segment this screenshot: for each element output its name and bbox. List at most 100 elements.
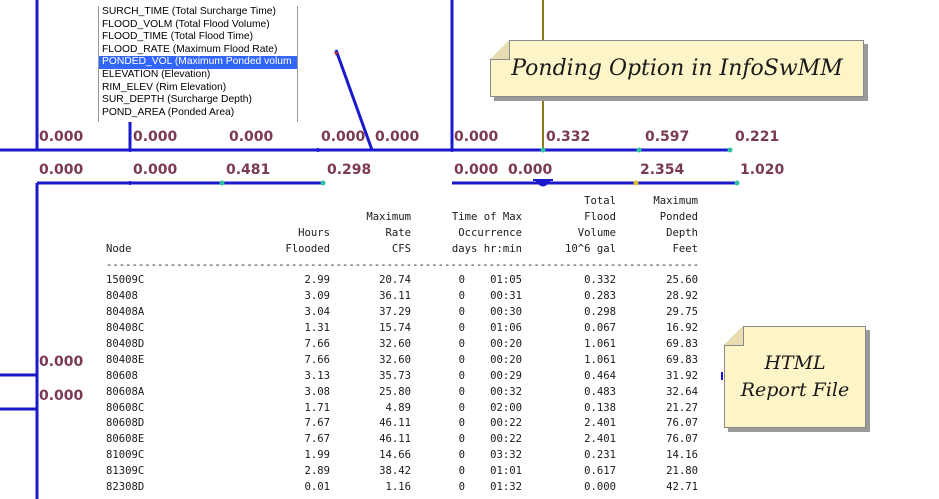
attribute-listbox[interactable]: SURCH_TIME (Total Surcharge Time) FLOOD_…: [98, 6, 298, 122]
table-cell-node: 80608E: [106, 433, 145, 446]
table-cell-vol: 0.000: [584, 481, 616, 494]
table-cell-days: 0: [458, 290, 465, 303]
table-cell-rate: 46.11: [379, 417, 411, 430]
table-cell-node: 80608D: [106, 417, 145, 430]
table-cell-days: 0: [458, 417, 465, 430]
table-cell-depth: 29.75: [666, 306, 698, 319]
table-cell-vol: 0.283: [584, 290, 616, 303]
map-label: 0.000: [454, 129, 499, 145]
table-row: 81009C 1.99 14.66 0 03:32 0.231 14.16: [106, 448, 706, 464]
map-label: 0.221: [735, 129, 780, 145]
note-fold-icon: [490, 40, 510, 60]
table-row: 80408C 1.31 15.74 0 01:06 0.067 16.92: [106, 321, 706, 337]
table-cell-rate: 14.66: [379, 449, 411, 462]
ponding-note-text: Ponding Option in InfoSwMM: [511, 56, 843, 81]
attribute-option[interactable]: FLOOD_RATE (Maximum Flood Rate): [99, 44, 297, 57]
table-cell-node: 81009C: [106, 449, 145, 462]
map-label: 0.000: [454, 162, 499, 178]
table-cell-node: 82308D: [106, 481, 145, 494]
table-cell-hrs: 3.04: [304, 306, 330, 319]
attribute-option[interactable]: RIM_ELEV (Rim Elevation): [99, 82, 297, 95]
table-row: 80408 3.09 36.11 0 00:31 0.283 28.92: [106, 289, 706, 305]
table-cell-vol: 0.298: [584, 306, 616, 319]
header-cell: Flooded: [285, 242, 330, 255]
table-cell-depth: 42.71: [666, 481, 698, 494]
header-cell: Maximum: [653, 195, 698, 207]
table-cell-hrs: 1.71: [304, 401, 330, 414]
table-cell-depth: 21.80: [666, 465, 698, 478]
table-cell-rate: 32.60: [379, 338, 411, 351]
table-cell-node: 80608C: [106, 401, 145, 414]
report-separator: ----------------------------------------…: [106, 258, 700, 271]
table-cell-node: 15009C: [106, 274, 145, 287]
header-cell: 10^6 gal: [564, 242, 616, 255]
table-cell-days: 0: [458, 481, 465, 494]
table-cell-depth: 32.64: [666, 385, 698, 398]
table-cell-depth: 25.60: [666, 274, 698, 287]
table-cell-hrs: 7.66: [304, 338, 330, 351]
attribute-option[interactable]: SUR_DEPTH (Surcharge Depth): [99, 94, 297, 107]
header-cell: Occurrence: [458, 226, 522, 239]
map-label: 0.000: [229, 129, 274, 145]
header-cell: CFS: [391, 242, 411, 255]
table-cell-days: 0: [458, 385, 465, 398]
map-label: 0.000: [321, 129, 366, 145]
table-cell-rate: 38.42: [379, 465, 411, 478]
table-row: 80408A 3.04 37.29 0 00:30 0.298 29.75: [106, 305, 706, 321]
table-cell-days: 0: [458, 449, 465, 462]
map-label: 0.597: [645, 129, 690, 145]
header-cell: Rate: [385, 226, 411, 239]
table-cell-rate: 46.11: [379, 433, 411, 446]
html-report-note: HTML Report File: [724, 326, 866, 428]
map-label: 0.298: [327, 162, 372, 178]
attribute-option[interactable]: POND_AREA (Ponded Area): [99, 107, 297, 120]
table-row: 80608D 7.67 46.11 0 00:22 2.401 76.07: [106, 416, 706, 432]
table-cell-hrs: 3.09: [304, 290, 330, 303]
table-cell-time: 01:32: [490, 481, 522, 494]
table-cell-days: 0: [458, 353, 465, 366]
report-header-line: Total Maximum: [106, 194, 706, 210]
table-cell-rate: 1.16: [385, 481, 411, 494]
report-header-line: Hours Rate Occurrence Volume Depth: [106, 226, 706, 242]
table-cell-node: 80608A: [106, 385, 145, 398]
table-cell-time: 00:32: [490, 385, 522, 398]
table-cell-time: 00:22: [490, 433, 522, 446]
table-cell-hrs: 1.99: [304, 449, 330, 462]
table-cell-time: 00:31: [490, 290, 522, 303]
table-cell-rate: 20.74: [379, 274, 411, 287]
attribute-option[interactable]: FLOOD_VOLM (Total Flood Volume): [99, 19, 297, 32]
table-cell-depth: 31.92: [666, 369, 698, 382]
table-cell-hrs: 7.67: [304, 433, 330, 446]
table-cell-days: 0: [458, 338, 465, 351]
table-cell-rate: 37.29: [379, 306, 411, 319]
header-cell: Volume: [577, 226, 616, 239]
header-cell: Ponded: [659, 210, 698, 223]
table-cell-time: 01:01: [490, 465, 522, 478]
table-cell-time: 00:20: [490, 338, 522, 351]
header-cell: Total: [584, 195, 616, 207]
map-label: 0.000: [39, 388, 84, 404]
map-label: 0.000: [39, 129, 84, 145]
table-row: 80608E 7.67 46.11 0 00:22 2.401 76.07: [106, 432, 706, 448]
html-note-line2: Report File: [740, 379, 850, 401]
report-header-line: Node Flooded CFS days hr:min 10^6 gal Fe…: [106, 242, 706, 258]
attribute-option[interactable]: SURCH_TIME (Total Surcharge Time): [99, 6, 297, 19]
table-cell-rate: 36.11: [379, 290, 411, 303]
table-cell-vol: 0.067: [584, 322, 616, 335]
table-cell-time: 00:29: [490, 369, 522, 382]
table-cell-hrs: 7.67: [304, 417, 330, 430]
table-cell-hrs: 3.08: [304, 385, 330, 398]
map-label: 0.481: [226, 162, 271, 178]
table-cell-hrs: 1.31: [304, 322, 330, 335]
table-row: 15009C 2.99 20.74 0 01:05 0.332 25.60: [106, 273, 706, 289]
table-cell-vol: 0.231: [584, 449, 616, 462]
map-label: 2.354: [640, 162, 685, 178]
table-cell-depth: 28.92: [666, 290, 698, 303]
table-cell-vol: 0.483: [584, 385, 616, 398]
table-cell-time: 01:05: [490, 274, 522, 287]
header-cell: Feet: [672, 242, 698, 255]
attribute-option[interactable]: ELEVATION (Elevation): [99, 69, 297, 82]
attribute-option-selected[interactable]: PONDED_VOL (Maximum Ponded volum: [99, 56, 297, 69]
attribute-option[interactable]: FLOOD_TIME (Total Flood Time): [99, 31, 297, 44]
header-cell: Flood: [584, 210, 616, 223]
